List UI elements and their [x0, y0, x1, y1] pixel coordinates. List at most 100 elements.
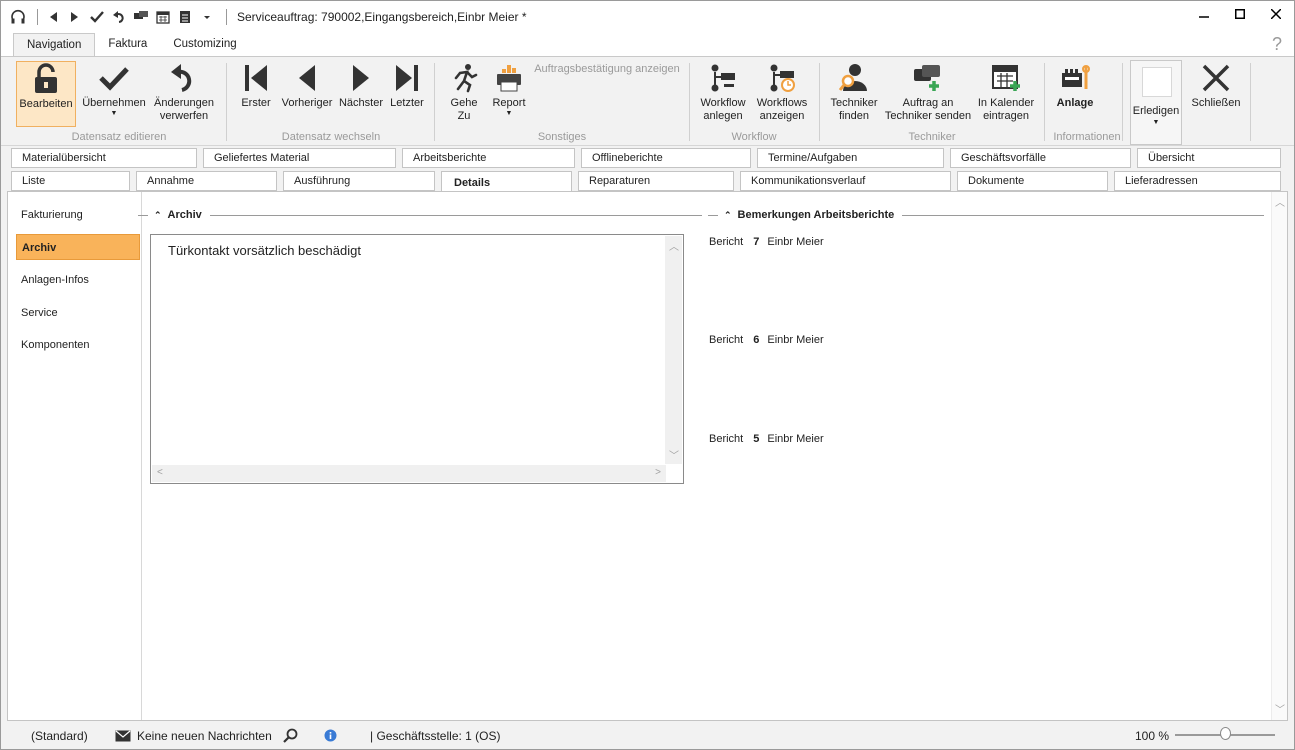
anlage-button[interactable]: Anlage — [1052, 61, 1098, 127]
tab-uebersicht[interactable]: Übersicht — [1137, 148, 1281, 168]
letzter-button[interactable]: Letzter — [387, 61, 427, 127]
auftragsbestaetigung-button[interactable]: Auftragsbestätigung anzeigen — [533, 63, 681, 79]
bearbeiten-button[interactable]: Bearbeiten — [16, 61, 76, 127]
tab-navigation[interactable]: Navigation — [13, 33, 96, 56]
gehe-label-2: Zu — [457, 110, 471, 122]
workflow-anlegen-button[interactable]: Workflow anlegen — [697, 61, 749, 127]
techniker-finden-label-1: Techniker — [830, 97, 878, 109]
next-icon[interactable] — [66, 8, 84, 26]
list-icon[interactable] — [176, 8, 194, 26]
previous-record-icon — [290, 61, 324, 95]
in-kalender-eintragen-button[interactable]: In Kalender eintragen — [975, 61, 1037, 127]
sidenav-item-archiv[interactable]: Archiv — [16, 234, 140, 260]
status-standard[interactable]: (Standard) — [31, 722, 88, 749]
group-label-datensatz-wechseln: Datensatz wechseln — [281, 131, 381, 143]
zoom-slider-thumb[interactable] — [1219, 727, 1231, 740]
tab-faktura[interactable]: Faktura — [95, 33, 160, 56]
scroll-down-icon[interactable]: ﹀ — [1275, 701, 1285, 716]
sidenav-item-anlagen-infos[interactable]: Anlagen-Infos — [16, 267, 140, 293]
tab-lieferadressen[interactable]: Lieferadressen — [1114, 171, 1281, 191]
schliessen-button[interactable]: Schließen — [1189, 61, 1243, 127]
tab-materialuebersicht[interactable]: Materialübersicht — [11, 148, 197, 168]
next-record-icon — [344, 61, 378, 95]
status-geschaeftsstelle: | Geschäftsstelle: 1 (OS) — [370, 728, 501, 743]
collapse-chevron-icon[interactable]: ⌃ — [724, 210, 732, 221]
tab-ausfuehrung[interactable]: Ausführung — [283, 171, 435, 191]
tab-reparaturen[interactable]: Reparaturen — [578, 171, 734, 191]
uebernehmen-label: Übernehmen — [82, 97, 146, 109]
undo-icon[interactable] — [110, 8, 128, 26]
check-icon[interactable] — [88, 8, 106, 26]
status-messages[interactable]: Keine neuen Nachrichten — [137, 722, 272, 749]
gehe-zu-button[interactable]: Gehe Zu — [445, 61, 483, 127]
group-separator — [1250, 63, 1251, 141]
vorheriger-button[interactable]: Vorheriger — [279, 61, 335, 127]
report-button[interactable]: Report ▼ — [487, 61, 531, 127]
group-separator — [819, 63, 820, 141]
erledigen-button[interactable]: Erledigen ▼ — [1130, 60, 1182, 145]
calendar-add-icon — [989, 61, 1023, 95]
running-person-icon — [447, 61, 481, 95]
customize-qat-icon[interactable] — [198, 8, 216, 26]
sidenav-item-komponenten[interactable]: Komponenten — [16, 332, 140, 358]
app-logo-icon[interactable] — [9, 8, 27, 26]
tab-annahme[interactable]: Annahme — [136, 171, 277, 191]
bemerkungen-section-header[interactable]: ⌃ Bemerkungen Arbeitsberichte — [708, 209, 1264, 221]
erster-label: Erster — [241, 97, 271, 109]
report-entry: Bericht 6 Einbr Meier — [709, 334, 824, 346]
workflow-anlegen-label-2: anlegen — [703, 110, 743, 122]
group-separator — [1044, 63, 1045, 141]
techniker-finden-button[interactable]: Techniker finden — [827, 61, 881, 127]
tab-geschaeftsvorfaelle[interactable]: Geschäftsvorfälle — [950, 148, 1131, 168]
previous-icon[interactable] — [44, 8, 62, 26]
auftrag-senden-label-2: Techniker senden — [884, 110, 972, 122]
dropdown-arrow-icon: ▼ — [1152, 119, 1160, 126]
ribbon: Bearbeiten Übernehmen ▼ Änderungen verwe… — [1, 56, 1294, 146]
close-window-icon[interactable] — [1258, 1, 1294, 27]
tab-offlineberichte[interactable]: Offlineberichte — [581, 148, 751, 168]
memo-horizontal-scrollbar[interactable]: < > — [152, 465, 666, 482]
anlage-label: Anlage — [1056, 97, 1094, 109]
maximize-icon[interactable] — [1222, 1, 1258, 27]
techniker-finden-label-2: finden — [839, 110, 869, 122]
uebernehmen-button[interactable]: Übernehmen ▼ — [79, 61, 149, 127]
info-icon[interactable] — [324, 722, 337, 749]
group-separator — [226, 63, 227, 141]
search-icon[interactable] — [282, 722, 298, 749]
scroll-down-icon[interactable]: ﹀ — [669, 447, 679, 462]
calendar-icon[interactable] — [154, 8, 172, 26]
memo-vertical-scrollbar[interactable]: ︿ ﹀ — [665, 236, 682, 464]
archiv-memo-field[interactable]: Türkontakt vorsätzlich beschädigt ︿ ﹀ < … — [150, 234, 684, 484]
content-vertical-scrollbar[interactable]: ︿ ﹀ — [1271, 192, 1287, 720]
aenderungen-verwerfen-button[interactable]: Änderungen verwerfen — [151, 61, 217, 127]
tab-geliefertes-material[interactable]: Geliefertes Material — [203, 148, 396, 168]
messages-icon[interactable] — [132, 8, 150, 26]
details-content: Fakturierung Archiv Anlagen-Infos Servic… — [7, 191, 1288, 721]
tab-arbeitsberichte[interactable]: Arbeitsberichte — [402, 148, 575, 168]
workflows-anzeigen-button[interactable]: Workflows anzeigen — [752, 61, 812, 127]
erledigen-icon — [1142, 67, 1172, 97]
tab-customizing[interactable]: Customizing — [160, 33, 249, 56]
help-icon[interactable]: ? — [1272, 34, 1282, 55]
collapse-chevron-icon[interactable]: ⌃ — [154, 210, 162, 221]
person-search-icon — [837, 61, 871, 95]
auftrag-senden-button[interactable]: Auftrag an Techniker senden — [883, 61, 973, 127]
scroll-right-icon[interactable]: > — [655, 467, 661, 478]
sidenav-item-service[interactable]: Service — [16, 300, 140, 326]
minimize-icon[interactable] — [1186, 1, 1222, 27]
archiv-section-header[interactable]: ⌃ Archiv — [138, 209, 702, 221]
tab-kommunikationsverlauf[interactable]: Kommunikationsverlauf — [740, 171, 951, 191]
scroll-up-icon[interactable]: ︿ — [1275, 194, 1285, 209]
tab-dokumente[interactable]: Dokumente — [957, 171, 1108, 191]
first-record-icon — [239, 61, 273, 95]
sidenav-item-fakturierung[interactable]: Fakturierung — [16, 202, 140, 228]
scroll-left-icon[interactable]: < — [157, 467, 163, 478]
naechster-button[interactable]: Nächster — [337, 61, 385, 127]
tab-liste[interactable]: Liste — [11, 171, 130, 191]
aenderungen-label-2: verwerfen — [159, 110, 209, 122]
scroll-up-icon[interactable]: ︿ — [669, 238, 679, 253]
app-window: Serviceauftrag: 790002,Eingangsbereich,E… — [0, 0, 1295, 750]
tab-termine-aufgaben[interactable]: Termine/Aufgaben — [757, 148, 944, 168]
ribbon-tab-bar: Navigation Faktura Customizing ? — [1, 33, 1294, 56]
erster-button[interactable]: Erster — [237, 61, 275, 127]
